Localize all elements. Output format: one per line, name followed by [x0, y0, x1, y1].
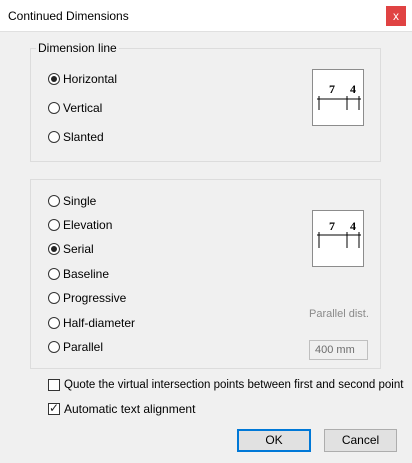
- radio-label: Progressive: [63, 291, 127, 305]
- preview-value-left: 7: [329, 82, 335, 96]
- preview-value-right: 4: [350, 82, 356, 96]
- radio-label: Half-diameter: [63, 316, 136, 330]
- radio-indicator[interactable]: [48, 73, 60, 85]
- radio-indicator[interactable]: [48, 219, 60, 231]
- auto-text-alignment-checkbox[interactable]: Automatic text alignment: [48, 401, 195, 417]
- radio-label: Parallel: [63, 340, 104, 354]
- radio-label: Baseline: [63, 267, 110, 281]
- radio-baseline[interactable]: Baseline: [48, 266, 109, 282]
- radio-indicator[interactable]: [48, 292, 60, 304]
- preview-value-right: 4: [350, 219, 356, 233]
- radio-parallel[interactable]: Parallel: [48, 339, 103, 355]
- checkbox-label: Automatic text alignment: [64, 402, 196, 416]
- parallel-dist-input[interactable]: 400 mm: [309, 340, 368, 360]
- close-button[interactable]: x: [386, 6, 406, 26]
- checkbox-label: Quote the virtual intersection points be…: [64, 379, 404, 391]
- type-preview-drawing: 7 4: [317, 219, 361, 248]
- quote-intersection-checkbox[interactable]: Quote the virtual intersection points be…: [48, 377, 403, 393]
- ok-button[interactable]: OK: [237, 429, 311, 452]
- radio-indicator[interactable]: [48, 243, 60, 255]
- preview-value-left: 7: [329, 219, 335, 233]
- radio-elevation[interactable]: Elevation: [48, 217, 112, 233]
- radio-indicator[interactable]: [48, 131, 60, 143]
- dimension-preview-drawing: 7 4: [317, 82, 361, 110]
- radio-vertical[interactable]: Vertical: [48, 100, 102, 116]
- radio-label: Slanted: [63, 130, 104, 144]
- window-title: Continued Dimensions: [8, 9, 129, 23]
- type-preview: 7 4: [312, 210, 364, 267]
- radio-half-diameter[interactable]: Half-diameter: [48, 315, 135, 331]
- radio-label: Horizontal: [63, 72, 118, 86]
- radio-progressive[interactable]: Progressive: [48, 290, 126, 306]
- radio-slanted[interactable]: Slanted: [48, 129, 104, 145]
- radio-label: Elevation: [63, 218, 113, 232]
- parallel-dist-label: Parallel dist.: [309, 308, 369, 320]
- radio-indicator[interactable]: [48, 317, 60, 329]
- radio-single[interactable]: Single: [48, 193, 96, 209]
- checkbox-box[interactable]: [48, 379, 60, 391]
- title-bar: Continued Dimensions x: [0, 0, 412, 32]
- dimension-line-label: Dimension line: [36, 41, 119, 55]
- radio-label: Serial: [63, 242, 94, 256]
- radio-horizontal[interactable]: Horizontal: [48, 71, 117, 87]
- radio-label: Single: [63, 194, 97, 208]
- radio-serial[interactable]: Serial: [48, 241, 94, 257]
- radio-indicator[interactable]: [48, 341, 60, 353]
- radio-indicator[interactable]: [48, 102, 60, 114]
- radio-label: Vertical: [63, 101, 103, 115]
- cancel-button[interactable]: Cancel: [324, 429, 397, 452]
- dimension-line-preview: 7 4: [312, 69, 364, 126]
- radio-indicator[interactable]: [48, 268, 60, 280]
- checkbox-box[interactable]: [48, 401, 60, 415]
- radio-indicator[interactable]: [48, 195, 60, 207]
